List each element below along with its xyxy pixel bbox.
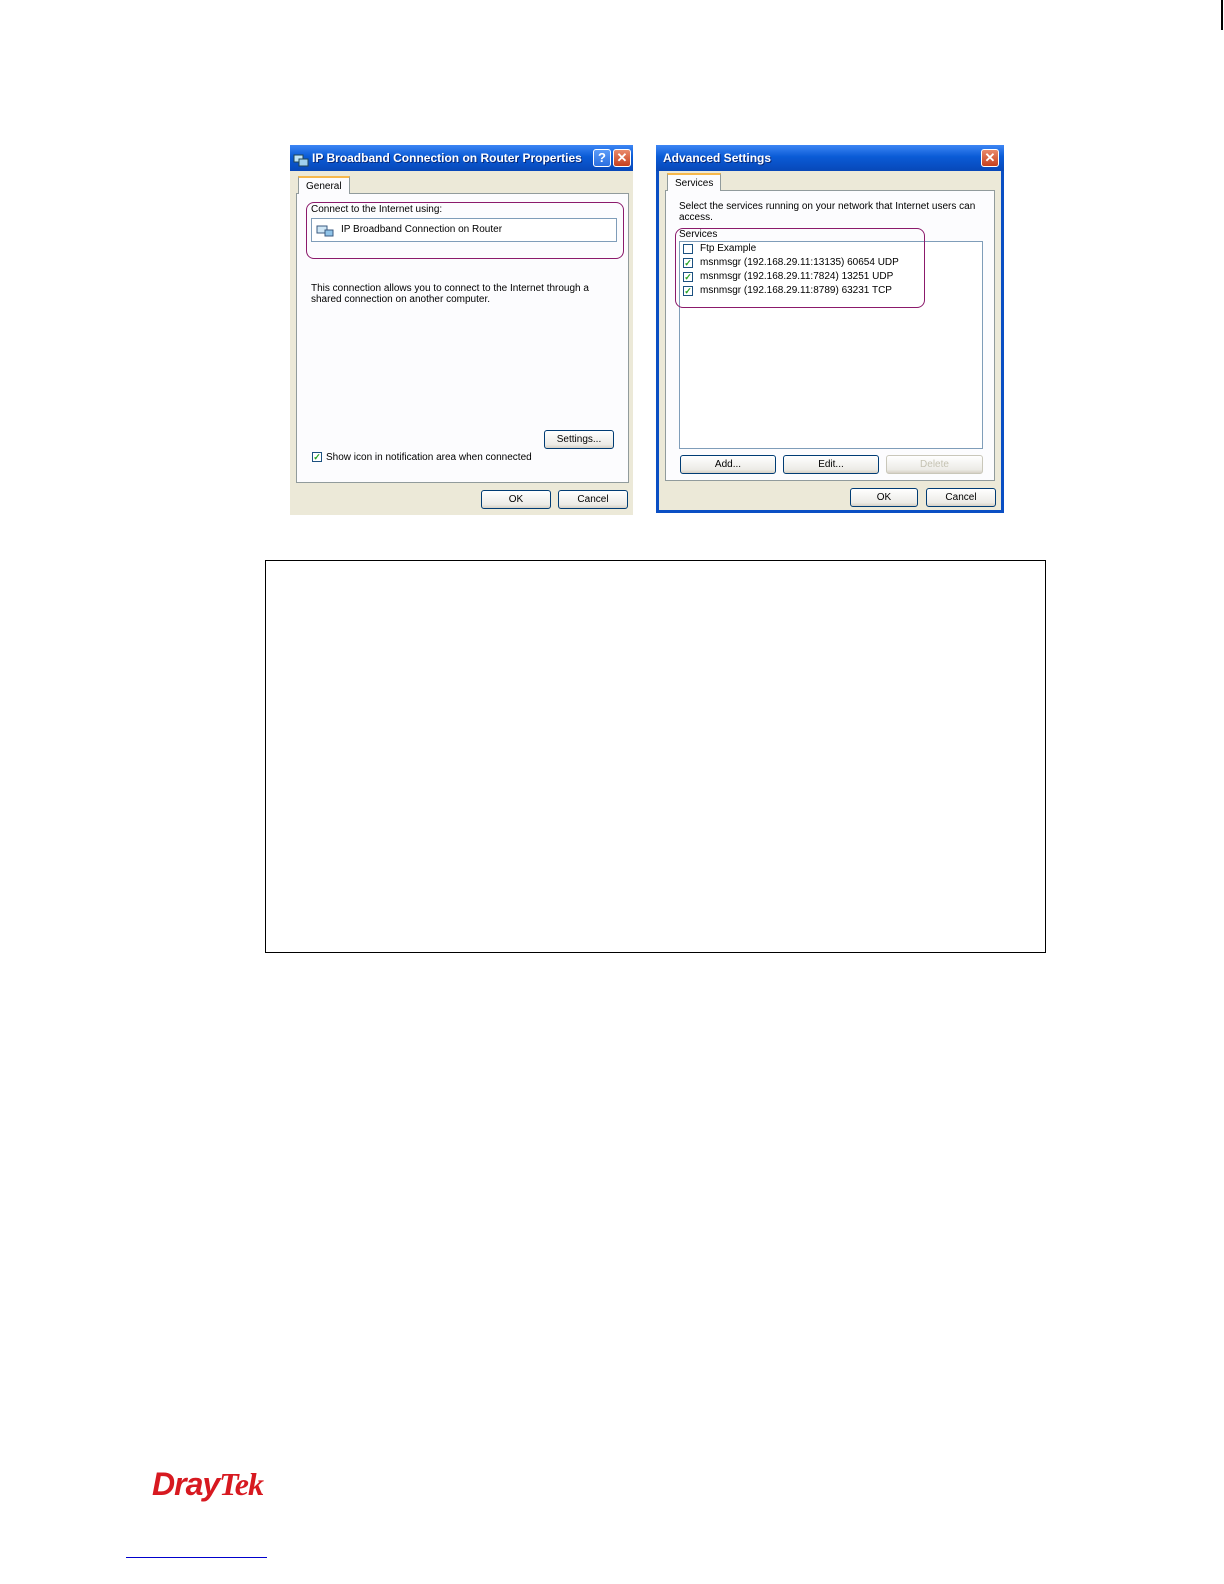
note-box (265, 560, 1046, 953)
close-button[interactable]: ✕ (613, 149, 631, 167)
tab-services[interactable]: Services (667, 173, 722, 191)
description-text: This connection allows you to connect to… (311, 283, 589, 305)
title-bar[interactable]: Advanced Settings ✕ (656, 145, 1004, 171)
cancel-button[interactable]: Cancel (558, 490, 628, 509)
title-bar[interactable]: IP Broadband Connection on Router Proper… (290, 145, 633, 171)
network-icon (293, 151, 309, 167)
draytek-logo: DrayTek (152, 1466, 264, 1503)
service-label: Ftp Example (700, 243, 757, 254)
delete-button[interactable]: Delete (886, 455, 983, 474)
service-label: msnmsgr (192.168.29.11:7824) 13251 UDP (700, 271, 894, 282)
connection-field[interactable]: IP Broadband Connection on Router (311, 218, 617, 242)
show-icon-checkbox[interactable]: ✓ (312, 452, 322, 462)
top-rule (1221, 0, 1223, 30)
footer-rule (126, 1557, 267, 1558)
dialog-title: IP Broadband Connection on Router Proper… (312, 151, 582, 165)
advanced-settings-dialog: Advanced Settings ✕ Services Select the … (656, 145, 1004, 513)
service-checkbox-msnmsgr-3[interactable]: ✓ (683, 286, 693, 296)
connect-label: Connect to the Internet using: (311, 204, 443, 215)
logo-dray: Dray (152, 1466, 220, 1502)
service-checkbox-msnmsgr-2[interactable]: ✓ (683, 272, 693, 282)
dialog-title: Advanced Settings (663, 151, 772, 165)
ok-button[interactable]: OK (850, 488, 918, 507)
tab-general[interactable]: General (298, 176, 350, 194)
connection-name: IP Broadband Connection on Router (341, 224, 503, 235)
ok-button[interactable]: OK (481, 490, 551, 509)
edit-button[interactable]: Edit... (783, 455, 879, 474)
logo-tek: Tek (219, 1466, 264, 1502)
show-icon-label: Show icon in notification area when conn… (326, 452, 532, 463)
network-connection-icon (316, 224, 334, 237)
service-label: msnmsgr (192.168.29.11:13135) 60654 UDP (700, 257, 899, 268)
service-checkbox-ftp[interactable] (683, 244, 693, 254)
service-label: msnmsgr (192.168.29.11:8789) 63231 TCP (700, 285, 892, 296)
help-button[interactable]: ? (593, 149, 611, 167)
services-label: Services (679, 229, 718, 240)
service-checkbox-msnmsgr-1[interactable]: ✓ (683, 258, 693, 268)
cancel-button[interactable]: Cancel (926, 488, 996, 507)
connection-properties-dialog: IP Broadband Connection on Router Proper… (290, 145, 633, 515)
instruction-text: Select the services running on your netw… (679, 201, 976, 223)
settings-button[interactable]: Settings... (544, 430, 614, 449)
add-button[interactable]: Add... (680, 455, 776, 474)
services-highlight (675, 228, 925, 308)
close-button[interactable]: ✕ (981, 149, 999, 167)
